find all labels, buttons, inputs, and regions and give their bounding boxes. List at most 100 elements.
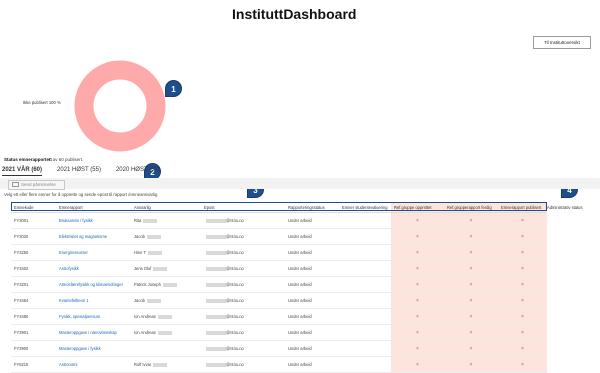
course-report-link-text: Fysikk, spesialpensum [59, 314, 101, 319]
ref-group-created-cell: × [391, 276, 444, 293]
email-cell: @ntnu.no [201, 292, 285, 309]
table-row[interactable]: FY3901 Masteroppgave i nanovitenskap Ion A… [11, 324, 547, 341]
institute-overview-button[interactable]: Til Instituttoversikt [533, 36, 591, 49]
responsible-cell: Patrick Joseph [131, 276, 201, 293]
course-report-link[interactable]: Masteroppgave i fysikk [56, 340, 131, 357]
send-reminder-label: Send påminnelse [21, 182, 56, 187]
status-title: Status emnerapporter: [4, 157, 53, 162]
redacted-block [146, 234, 161, 239]
report-status-cell-text: Under arbeid [288, 298, 312, 303]
report-status-cell: Under arbeid [285, 260, 339, 277]
course-report-link-text: Atmosfærefysikk og klimaendringer [59, 282, 123, 287]
course-report-link[interactable]: Bruksanvis / fysikk [56, 212, 131, 229]
course-report-link[interactable]: Fysikk, spesialpensum [56, 308, 131, 325]
course-report-link-text: Elektrisitet og magnetisme [59, 234, 108, 239]
table-row[interactable]: FY3020 Elektrisitet og magnetisme Jacob @nt… [11, 228, 547, 245]
email-cell-text: @ntnu.no [226, 314, 244, 319]
report-published-cell-text: × [521, 313, 524, 320]
ref-report-done-cell: × [444, 244, 498, 261]
ref-report-done-cell: × [444, 308, 498, 325]
marker-1: 1 [165, 80, 182, 97]
report-published-cell: × [498, 212, 547, 229]
report-published-cell-text: × [521, 217, 524, 224]
table-row[interactable]: FY3464 Kvantefeltteori 1 Jacob @ntnu.no Unde… [11, 292, 547, 309]
redacted-block [157, 330, 172, 335]
redacted-block [206, 330, 226, 335]
ref-report-done-cell-text: × [469, 361, 473, 368]
redacted-block [157, 314, 172, 319]
email-cell: @ntnu.no [201, 308, 285, 325]
student-eval-cell [339, 228, 391, 245]
report-status-cell-text: Under arbeid [288, 282, 312, 287]
course-report-link[interactable]: Energiressurser [56, 244, 131, 261]
ref-group-created-cell: × [391, 212, 444, 229]
responsible-cell [131, 340, 201, 357]
tab-2021-var[interactable]: 2021 VÅR (60) [2, 167, 43, 176]
email-cell-text: @ntnu.no [226, 282, 244, 287]
ref-report-done-cell-text: × [469, 233, 473, 240]
tab-2020-host[interactable]: 2020 HØST (62) [116, 167, 160, 176]
report-published-cell: × [498, 260, 547, 277]
responsible-cell-text: Jens Oluf [134, 266, 152, 271]
responsible-cell-text: Rita [134, 218, 142, 223]
table-row[interactable]: FY3402 Astrofysikk Jens Oluf @ntnu.no Under … [11, 260, 547, 277]
ref-group-created-cell-text: × [416, 217, 419, 224]
report-status-cell-text: Under arbeid [288, 266, 312, 271]
student-eval-cell [339, 292, 391, 309]
report-published-cell: × [498, 244, 547, 261]
course-code-cell: FY3250 [11, 244, 56, 261]
report-published-cell: × [498, 228, 547, 245]
responsible-cell-text: Jacob [134, 298, 145, 303]
redacted-block [153, 362, 168, 367]
email-cell-text: @ntnu.no [226, 266, 244, 271]
redacted-block [147, 250, 162, 255]
course-report-link-text: Energiressurser [59, 250, 88, 255]
redacted-block [206, 234, 226, 239]
table-row[interactable]: FY3250 Energiressurser Hine T @ntnu.no Under… [11, 244, 547, 261]
table-row[interactable]: FY3001 Bruksanvis / fysikk Rita @ntnu.no Und… [11, 212, 547, 229]
course-code-cell: FY3020 [11, 228, 56, 245]
course-code-cell: FY3001 [11, 212, 56, 229]
report-status-cell: Under arbeid [285, 340, 339, 357]
course-code-cell-text: FY3900 [14, 346, 29, 351]
course-report-link-text: Masteroppgave i nanovitenskap [59, 330, 117, 335]
email-cell-text: @ntnu.no [226, 250, 244, 255]
course-report-link[interactable]: Atmosfærefysikk og klimaendringer [56, 276, 131, 293]
redacted-block [206, 362, 226, 367]
email-cell: @ntnu.no [201, 340, 285, 357]
redacted-block [146, 298, 161, 303]
course-report-link[interactable]: Elektrisitet og magnetisme [56, 228, 131, 245]
ref-group-created-cell-text: × [416, 313, 419, 320]
ref-group-created-cell-text: × [416, 265, 419, 272]
ref-group-created-cell-text: × [416, 281, 419, 288]
report-published-cell-text: × [521, 329, 524, 336]
report-status-cell-text: Under arbeid [288, 330, 312, 335]
course-code-cell: FY3402 [11, 260, 56, 277]
redacted-block [206, 314, 226, 319]
ref-report-done-cell: × [444, 340, 498, 357]
course-code-cell: FY3201 [11, 276, 56, 293]
report-published-cell-text: × [521, 265, 524, 272]
redacted-block [153, 266, 168, 271]
course-code-cell-text: FY3464 [14, 298, 29, 303]
send-reminder-button[interactable]: Send påminnelse [8, 180, 65, 190]
mail-icon [12, 182, 19, 188]
redacted-block [206, 218, 226, 223]
report-status-cell: Under arbeid [285, 276, 339, 293]
ref-group-created-cell-text: × [416, 249, 419, 256]
ref-group-created-cell: × [391, 244, 444, 261]
ref-report-done-cell: × [444, 292, 498, 309]
course-code-cell-text: FY3402 [14, 266, 29, 271]
course-report-link[interactable]: Astrofysikk [56, 260, 131, 277]
table-row[interactable]: FY3201 Atmosfærefysikk og klimaendringer P… [11, 276, 547, 293]
selection-hint: Velg ett eller flere emner for å opprett… [4, 192, 158, 197]
tab-2021-host[interactable]: 2021 HØST (55) [57, 167, 101, 176]
table-row[interactable]: FY3480 Fysikk, spesialpensum Ion Andreas @n… [11, 308, 547, 325]
table-row[interactable]: FY3900 Masteroppgave i fysikk @ntnu.no Unde… [11, 340, 547, 357]
ref-report-done-cell: × [444, 260, 498, 277]
course-report-link[interactable]: Kvantefeltteori 1 [56, 292, 131, 309]
status-summary: 0 av 60 publisert. [49, 157, 84, 162]
course-report-link[interactable]: Masteroppgave i nanovitenskap [56, 324, 131, 341]
redacted-block [206, 266, 226, 271]
course-report-link-text: Masteroppgave i fysikk [59, 346, 101, 351]
